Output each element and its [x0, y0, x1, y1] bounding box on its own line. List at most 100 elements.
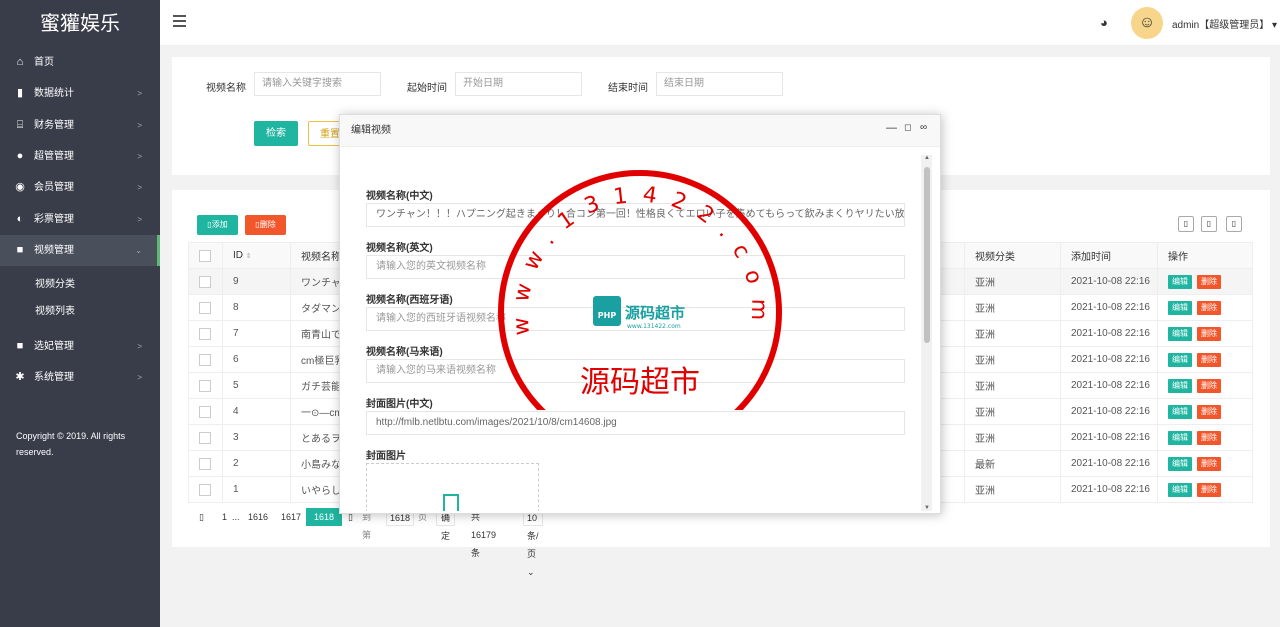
video-icon: ■ — [16, 340, 24, 352]
search-button[interactable]: 检索 — [254, 121, 298, 146]
row-checkbox[interactable] — [199, 457, 211, 470]
row-checkbox[interactable] — [199, 379, 211, 392]
sidebar-item-lottery[interactable]: ◐ 彩票管理 > — [0, 204, 160, 235]
stamp-center-text: 源码超市 — [580, 365, 700, 400]
sidebar-item-concubine[interactable]: ■ 选妃管理 > — [0, 331, 160, 362]
chevron-right-icon: > — [137, 89, 142, 98]
add-button[interactable]: ▯添加 — [197, 215, 238, 235]
minimize-icon[interactable]: — — [886, 122, 897, 134]
row-select-cell — [188, 398, 223, 425]
delete-row-button[interactable]: 删除 — [1197, 430, 1221, 445]
edit-button[interactable]: 编辑 — [1168, 352, 1192, 367]
row-checkbox[interactable] — [199, 327, 211, 340]
chevron-right-icon: > — [137, 215, 142, 224]
delete-row-button[interactable]: 删除 — [1197, 274, 1221, 289]
sidebar-item-videos[interactable]: ■ 视频管理 ⌄ — [0, 235, 160, 266]
row-checkbox[interactable] — [199, 301, 211, 314]
prev-page-icon[interactable]: ▯ — [199, 508, 204, 526]
maximize-icon[interactable]: ◻ — [904, 122, 911, 133]
edit-button[interactable]: 编辑 — [1168, 274, 1192, 289]
cell-ops: 编辑 删除 — [1157, 372, 1253, 399]
export-icon[interactable]: ▯ — [1201, 216, 1217, 232]
page-1617[interactable]: 1617 — [281, 508, 301, 526]
users-icon: ◉ — [15, 181, 25, 193]
edit-button[interactable]: 编辑 — [1168, 378, 1192, 393]
sidebar-item-label: 超管管理 — [34, 151, 74, 162]
row-checkbox[interactable] — [199, 483, 211, 496]
print-icon[interactable]: ▯ — [1226, 216, 1242, 232]
menu-toggle-icon[interactable] — [173, 15, 186, 27]
modal-scrollbar[interactable]: ▲ ▼ — [922, 155, 932, 511]
scroll-down-icon[interactable]: ▼ — [924, 505, 930, 511]
cell-added: 2021-10-08 22:16 — [1060, 372, 1158, 399]
sidebar-item-label: 首页 — [34, 57, 54, 68]
sidebar-item-system[interactable]: ✱ 系统管理 > — [0, 362, 160, 393]
chevron-right-icon: > — [137, 152, 142, 161]
chevron-down-icon: ⌄ — [527, 567, 535, 577]
cell-category: 亚洲 — [964, 294, 1061, 321]
cell-id: 8 — [222, 294, 291, 321]
delete-row-button[interactable]: 删除 — [1197, 326, 1221, 341]
palette-icon[interactable]: ◕ — [1100, 15, 1108, 30]
page-1616[interactable]: 1616 — [248, 508, 268, 526]
chevron-right-icon: > — [137, 373, 142, 382]
row-checkbox[interactable] — [199, 405, 211, 418]
row-checkbox[interactable] — [199, 431, 211, 444]
avatar[interactable]: ☺ — [1131, 7, 1163, 39]
cell-added: 2021-10-08 22:16 — [1060, 424, 1158, 451]
start-date-input[interactable]: 开始日期 — [455, 72, 582, 96]
row-checkbox[interactable] — [199, 275, 211, 288]
cell-added: 2021-10-08 22:16 — [1060, 320, 1158, 347]
row-checkbox[interactable] — [199, 353, 211, 366]
scrollbar-thumb[interactable] — [924, 167, 930, 343]
delete-row-button[interactable]: 删除 — [1197, 456, 1221, 471]
sidebar-item-admins[interactable]: ● 超管管理 > — [0, 141, 160, 172]
logo-text: 源码超市 — [625, 304, 685, 322]
end-date-input[interactable]: 结束日期 — [656, 72, 783, 96]
cell-added: 2021-10-08 22:16 — [1060, 268, 1158, 295]
bar-chart-icon: ▮ — [16, 87, 24, 99]
sidebar-item-members[interactable]: ◉ 会员管理 > — [0, 172, 160, 203]
user-name: admin【超级管理员】 — [1172, 20, 1270, 31]
edit-button[interactable]: 编辑 — [1168, 456, 1192, 471]
sidebar-subitem-video-list[interactable]: 视频列表 — [0, 299, 160, 325]
cover-url-input[interactable]: http://fmlb.netlbtu.com/images/2021/10/8… — [366, 411, 905, 435]
delete-button[interactable]: ▯删除 — [245, 215, 286, 235]
delete-row-button[interactable]: 删除 — [1197, 352, 1221, 367]
bank-icon: ⌸ — [16, 119, 24, 131]
video-name-search-input[interactable]: 请输入关键字搜索 — [254, 72, 381, 96]
cell-category: 亚洲 — [964, 398, 1061, 425]
cover-upload-area[interactable] — [366, 463, 539, 511]
edit-button[interactable]: 编辑 — [1168, 430, 1192, 445]
chevron-right-icon: > — [137, 342, 142, 351]
sort-icon[interactable]: ⇕ — [246, 253, 252, 260]
user-menu[interactable]: admin【超级管理员】 ▾ — [1172, 16, 1277, 31]
close-icon[interactable]: ∞ — [920, 122, 927, 133]
gamepad-icon: ◐ — [16, 213, 24, 225]
select-all-checkbox[interactable] — [199, 249, 211, 262]
edit-button[interactable]: 编辑 — [1168, 404, 1192, 419]
page-current[interactable]: 1618 — [306, 508, 343, 526]
delete-row-button[interactable]: 删除 — [1197, 300, 1221, 315]
scroll-up-icon[interactable]: ▲ — [924, 155, 930, 161]
sidebar-item-label: 视频管理 — [34, 245, 74, 256]
edit-button[interactable]: 编辑 — [1168, 326, 1192, 341]
sidebar-subitem-video-categories[interactable]: 视频分类 — [0, 272, 160, 298]
delete-row-button[interactable]: 删除 — [1197, 482, 1221, 497]
cell-id: 1 — [222, 476, 291, 503]
col-id[interactable]: ID ⇕ — [222, 242, 291, 269]
sidebar-item-finance[interactable]: ⌸ 财务管理 > — [0, 110, 160, 141]
sidebar-item-stats[interactable]: ▮ 数据统计 > — [0, 78, 160, 109]
delete-row-button[interactable]: 删除 — [1197, 404, 1221, 419]
sidebar-item-home[interactable]: ⌂ 首页 — [0, 47, 160, 78]
cell-ops: 编辑 删除 — [1157, 398, 1253, 425]
cell-category: 亚洲 — [964, 424, 1061, 451]
video-icon: ■ — [16, 244, 24, 256]
edit-button[interactable]: 编辑 — [1168, 300, 1192, 315]
video-name-label: 视频名称 — [206, 83, 246, 94]
delete-row-button[interactable]: 删除 — [1197, 378, 1221, 393]
copyright-text: Copyright © 2019. All rights reserved. — [16, 431, 126, 457]
edit-button[interactable]: 编辑 — [1168, 482, 1192, 497]
page-first[interactable]: 1 — [222, 508, 227, 526]
columns-filter-icon[interactable]: ▯ — [1178, 216, 1194, 232]
